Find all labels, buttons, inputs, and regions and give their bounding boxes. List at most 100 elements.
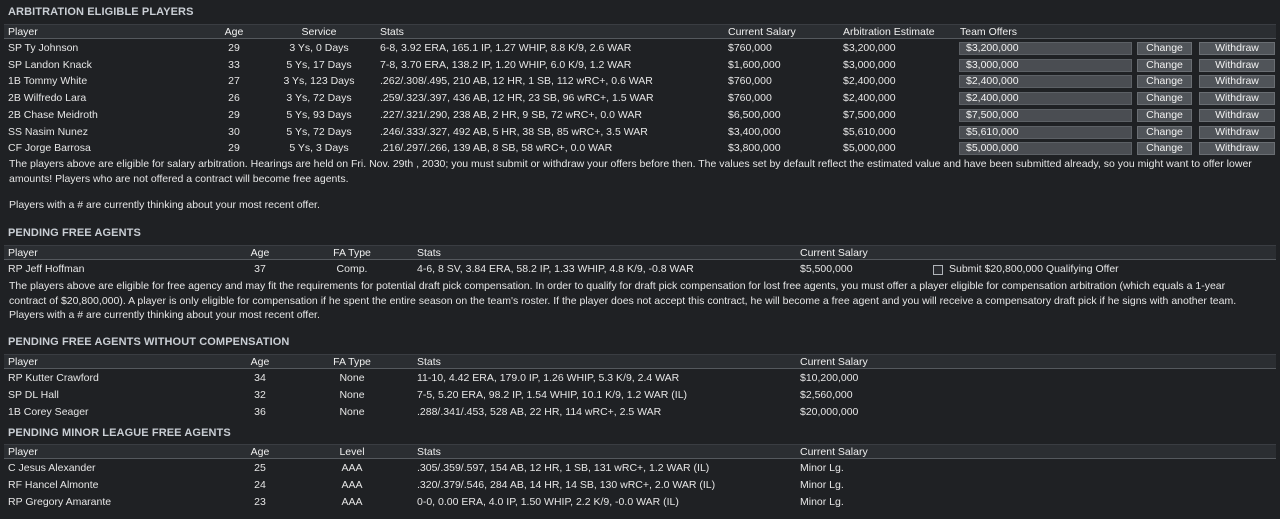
player-current-salary: $5,500,000 xyxy=(800,263,853,275)
withdraw-offer-button[interactable]: Withdraw xyxy=(1199,142,1275,156)
col-header-team-offers[interactable]: Team Offers xyxy=(960,25,1017,39)
player-arbitration-estimate: $2,400,000 xyxy=(843,75,896,88)
col-header-stats[interactable]: Stats xyxy=(417,445,441,459)
player-level: AAA xyxy=(341,462,363,474)
table-row: 2B Wilfredo Lara 26 3 Ys, 72 Days .259/.323… xyxy=(4,90,1276,107)
player-arbitration-estimate: $3,000,000 xyxy=(843,58,896,71)
pending-minor-header-row: Player Age Level Stats Current Salary xyxy=(4,444,1276,459)
col-header-fa-type[interactable]: FA Type xyxy=(322,355,382,369)
table-row: SP Ty Johnson 29 3 Ys, 0 Days 6-8, 3.92 ERA… xyxy=(4,40,1276,57)
change-offer-button[interactable]: Change xyxy=(1137,108,1192,122)
player-arbitration-estimate: $3,200,000 xyxy=(843,42,896,54)
qualifying-offer-label[interactable]: Submit $20,800,000 Qualifying Offer xyxy=(949,261,1119,278)
team-offer-field[interactable]: $7,500,000 xyxy=(959,108,1132,122)
team-offer-field[interactable]: $2,400,000 xyxy=(959,92,1132,106)
col-header-player[interactable]: Player xyxy=(8,246,38,260)
player-level: AAA xyxy=(341,479,363,491)
withdraw-offer-button[interactable]: Withdraw xyxy=(1199,92,1275,106)
player-arbitration-estimate: $5,000,000 xyxy=(843,142,896,155)
withdraw-offer-button[interactable]: Withdraw xyxy=(1199,42,1275,55)
player-name-link[interactable]: SP Ty Johnson xyxy=(8,40,78,57)
change-offer-button[interactable]: Change xyxy=(1137,58,1192,72)
col-header-arbitration-estimate[interactable]: Arbitration Estimate xyxy=(843,25,935,39)
col-header-stats[interactable]: Stats xyxy=(417,355,441,369)
player-stats: .305/.359/.597, 154 AB, 12 HR, 1 SB, 131… xyxy=(417,462,710,474)
player-stats: .262/.308/.495, 210 AB, 12 HR, 1 SB, 112… xyxy=(380,75,653,88)
player-age: 36 xyxy=(254,406,266,418)
player-name-link[interactable]: CF Jorge Barrosa xyxy=(8,140,91,157)
qualifying-offer-checkbox[interactable] xyxy=(933,265,943,275)
col-header-age[interactable]: Age xyxy=(240,246,280,260)
table-row: SS Nasim Nunez 30 5 Ys, 72 Days .246/.333/.… xyxy=(4,124,1276,141)
arbitration-section-title: ARBITRATION ELIGIBLE PLAYERS xyxy=(8,6,194,18)
player-name-link[interactable]: RP Gregory Amarante xyxy=(8,494,111,511)
player-name-link[interactable]: 2B Chase Meidroth xyxy=(8,107,98,124)
col-header-stats[interactable]: Stats xyxy=(380,25,404,39)
player-current-salary: $6,500,000 xyxy=(728,108,781,121)
withdraw-offer-button[interactable]: Withdraw xyxy=(1199,108,1275,122)
player-name-link[interactable]: SS Nasim Nunez xyxy=(8,124,88,141)
team-offer-field[interactable]: $2,400,000 xyxy=(959,75,1132,89)
arbitration-note: The players above are eligible for salar… xyxy=(9,157,1271,186)
player-age: 25 xyxy=(254,462,266,474)
player-service: 5 Ys, 72 Days xyxy=(286,125,352,138)
team-offer-field[interactable]: $5,000,000 xyxy=(959,142,1132,156)
table-row: SP Landon Knack 33 5 Ys, 17 Days 7-8, 3.70 … xyxy=(4,57,1276,74)
col-header-player[interactable]: Player xyxy=(8,355,38,369)
team-offer-field[interactable]: $3,200,000 xyxy=(959,42,1132,55)
player-age: 27 xyxy=(228,75,240,88)
change-offer-button[interactable]: Change xyxy=(1137,92,1192,106)
player-stats: 7-5, 5.20 ERA, 98.2 IP, 1.54 WHIP, 10.1 … xyxy=(417,389,688,401)
arbitration-note-line2: amounts! Players who are not offered a c… xyxy=(9,172,349,185)
col-header-level[interactable]: Level xyxy=(322,445,382,459)
player-level: AAA xyxy=(341,496,363,508)
player-name-link[interactable]: 1B Tommy White xyxy=(8,73,87,90)
player-current-salary: $760,000 xyxy=(728,75,772,88)
col-header-current-salary[interactable]: Current Salary xyxy=(728,25,796,39)
team-offer-field[interactable]: $5,610,000 xyxy=(959,125,1132,139)
table-row: C Jesus Alexander 25 AAA .305/.359/.597,… xyxy=(4,460,1276,477)
player-fa-type: None xyxy=(339,406,365,418)
col-header-current-salary[interactable]: Current Salary xyxy=(800,445,868,459)
col-header-age[interactable]: Age xyxy=(240,445,280,459)
player-stats: 11-10, 4.42 ERA, 179.0 IP, 1.26 WHIP, 5.… xyxy=(417,372,680,384)
player-fa-type: Comp. xyxy=(336,263,368,275)
col-header-service[interactable]: Service xyxy=(274,25,364,39)
player-name-link[interactable]: 2B Wilfredo Lara xyxy=(8,90,86,107)
player-name-link[interactable]: SP Landon Knack xyxy=(8,57,92,74)
change-offer-button[interactable]: Change xyxy=(1137,75,1192,89)
withdraw-offer-button[interactable]: Withdraw xyxy=(1199,125,1275,139)
withdraw-offer-button[interactable]: Withdraw xyxy=(1199,58,1275,72)
table-row: RP Jeff Hoffman 37 Comp. 4-6, 8 SV, 3.84… xyxy=(4,261,1276,278)
col-header-fa-type[interactable]: FA Type xyxy=(322,246,382,260)
player-name-link[interactable]: RP Jeff Hoffman xyxy=(8,261,84,278)
player-name-link[interactable]: RF Hancel Almonte xyxy=(8,477,98,494)
col-header-age[interactable]: Age xyxy=(214,25,254,39)
table-row: RP Kutter Crawford 34 None 11-10, 4.42 E… xyxy=(4,370,1276,387)
player-service: 3 Ys, 0 Days xyxy=(289,42,349,54)
player-age: 29 xyxy=(228,142,240,155)
pending-fa-note-line2: contract of $20,800,000). A player is on… xyxy=(9,294,1237,307)
col-header-player[interactable]: Player xyxy=(8,25,38,39)
withdraw-offer-button[interactable]: Withdraw xyxy=(1199,75,1275,89)
player-service: 5 Ys, 17 Days xyxy=(286,58,352,71)
player-stats: .320/.379/.546, 284 AB, 14 HR, 14 SB, 13… xyxy=(417,479,716,491)
player-name-link[interactable]: C Jesus Alexander xyxy=(8,460,96,477)
player-current-salary: $760,000 xyxy=(728,42,772,54)
player-service: 3 Ys, 72 Days xyxy=(286,92,352,105)
player-name-link[interactable]: RP Kutter Crawford xyxy=(8,370,99,387)
table-row: SP DL Hall 32 None 7-5, 5.20 ERA, 98.2 I… xyxy=(4,387,1276,404)
player-name-link[interactable]: 1B Corey Seager xyxy=(8,404,89,421)
player-current-salary: Minor Lg. xyxy=(800,479,844,491)
col-header-current-salary[interactable]: Current Salary xyxy=(800,246,868,260)
player-stats: .216/.297/.266, 139 AB, 8 SB, 58 wRC+, 0… xyxy=(380,142,613,155)
player-name-link[interactable]: SP DL Hall xyxy=(8,387,59,404)
change-offer-button[interactable]: Change xyxy=(1137,142,1192,156)
change-offer-button[interactable]: Change xyxy=(1137,125,1192,139)
team-offer-field[interactable]: $3,000,000 xyxy=(959,58,1132,72)
col-header-age[interactable]: Age xyxy=(240,355,280,369)
change-offer-button[interactable]: Change xyxy=(1137,42,1192,55)
col-header-player[interactable]: Player xyxy=(8,445,38,459)
col-header-current-salary[interactable]: Current Salary xyxy=(800,355,868,369)
col-header-stats[interactable]: Stats xyxy=(417,246,441,260)
